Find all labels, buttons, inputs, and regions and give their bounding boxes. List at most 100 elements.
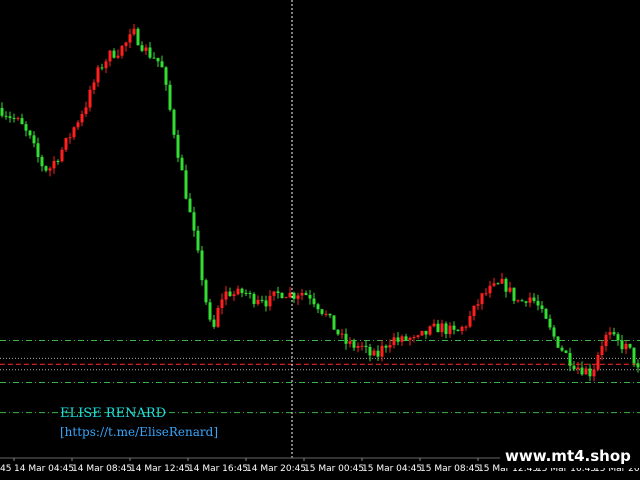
candle-body — [236, 288, 240, 295]
candle-body — [592, 369, 596, 377]
time-tick-label: 14 Mar 12:45 — [130, 464, 190, 474]
candle-body — [508, 287, 512, 292]
candle-body — [420, 330, 424, 336]
candle-body — [44, 166, 48, 171]
candle-body — [544, 308, 548, 319]
candle-body — [636, 363, 640, 368]
candle-body — [320, 309, 324, 314]
candle-body — [468, 316, 472, 327]
candle-body — [72, 127, 76, 138]
candle-body — [196, 230, 200, 251]
candle-body — [36, 143, 40, 157]
candle-body — [536, 300, 540, 306]
candle-body — [348, 341, 352, 344]
candle-body — [356, 345, 360, 348]
candle — [556, 336, 560, 349]
candle-body — [292, 292, 296, 299]
candle-body — [492, 283, 496, 286]
candle-body — [256, 299, 260, 305]
candle-body — [432, 323, 436, 327]
candle-body — [580, 367, 584, 375]
candle-body — [608, 332, 612, 335]
candle-body — [88, 89, 92, 108]
candle-body — [116, 55, 120, 58]
candle-body — [324, 313, 328, 315]
candle-body — [16, 118, 20, 120]
candle-body — [64, 137, 68, 150]
candle-body — [108, 50, 112, 62]
author-link[interactable]: [https://t.me/EliseRenard] — [60, 425, 218, 439]
candle-body — [164, 67, 168, 85]
time-tick-label: 14 Mar 04:45 — [14, 464, 74, 474]
candle-body — [340, 333, 344, 335]
candle-body — [104, 61, 108, 69]
watermark-label: www.mt4.shop — [505, 447, 631, 465]
candle-body — [512, 287, 516, 301]
time-tick-label: 45 — [0, 464, 11, 474]
candle-body — [384, 345, 388, 348]
candle-body — [24, 124, 28, 131]
candle-body — [0, 108, 4, 116]
candle-body — [516, 300, 520, 302]
candle-body — [124, 42, 128, 46]
candle-body — [556, 336, 560, 348]
candle-body — [436, 323, 440, 333]
candle-body — [184, 170, 188, 199]
candle-body — [148, 47, 152, 58]
candle-body — [476, 304, 480, 306]
candle-body — [568, 352, 572, 366]
candle-body — [280, 292, 284, 299]
candle-body — [628, 343, 632, 348]
candle-body — [316, 304, 320, 310]
candle-body — [624, 343, 628, 350]
candle-body — [372, 350, 376, 356]
candle-body — [80, 113, 84, 123]
candle-body — [552, 327, 556, 337]
candle-body — [32, 135, 36, 144]
candle-body — [172, 109, 176, 135]
candle-body — [376, 350, 380, 357]
candle-body — [504, 278, 508, 292]
candle-body — [288, 292, 292, 298]
candle-body — [112, 50, 116, 58]
time-tick-label: 15 Mar 00:45 — [304, 464, 364, 474]
candle-body — [484, 293, 488, 295]
candle-body — [228, 291, 232, 297]
candle-body — [400, 336, 404, 342]
candle-body — [40, 156, 44, 167]
author-name-label: ELISE RENARD — [60, 406, 166, 421]
candle — [172, 108, 176, 139]
candle-body — [452, 325, 456, 330]
candle-body — [20, 118, 24, 125]
candle-body — [156, 57, 160, 62]
candle-body — [248, 292, 252, 294]
candle-body — [620, 340, 624, 350]
candle-body — [296, 295, 300, 299]
candle — [176, 130, 180, 163]
candle-body — [456, 329, 460, 332]
candle-body — [336, 329, 340, 335]
candle-body — [268, 295, 272, 307]
candle-body — [48, 168, 52, 171]
candle-body — [56, 160, 60, 162]
candle-body — [136, 28, 140, 46]
candle-body — [152, 57, 156, 59]
candle-body — [528, 297, 532, 303]
candle-body — [76, 122, 80, 128]
price-chart[interactable]: 45 14 Mar 04:4514 Mar 08:4514 Mar 12:4514… — [0, 0, 640, 480]
candle-body — [540, 305, 544, 309]
candle-body — [4, 115, 8, 117]
candle-body — [548, 318, 552, 328]
candle-body — [232, 294, 236, 297]
candle-body — [92, 82, 96, 90]
candle-body — [364, 345, 368, 347]
candle-body — [408, 337, 412, 340]
candle-body — [404, 336, 408, 340]
candle-body — [600, 346, 604, 355]
candle-body — [332, 315, 336, 330]
candle-body — [488, 285, 492, 294]
candle-body — [496, 283, 500, 285]
candle-body — [220, 299, 224, 308]
candle-body — [308, 294, 312, 299]
candle-body — [84, 107, 88, 114]
